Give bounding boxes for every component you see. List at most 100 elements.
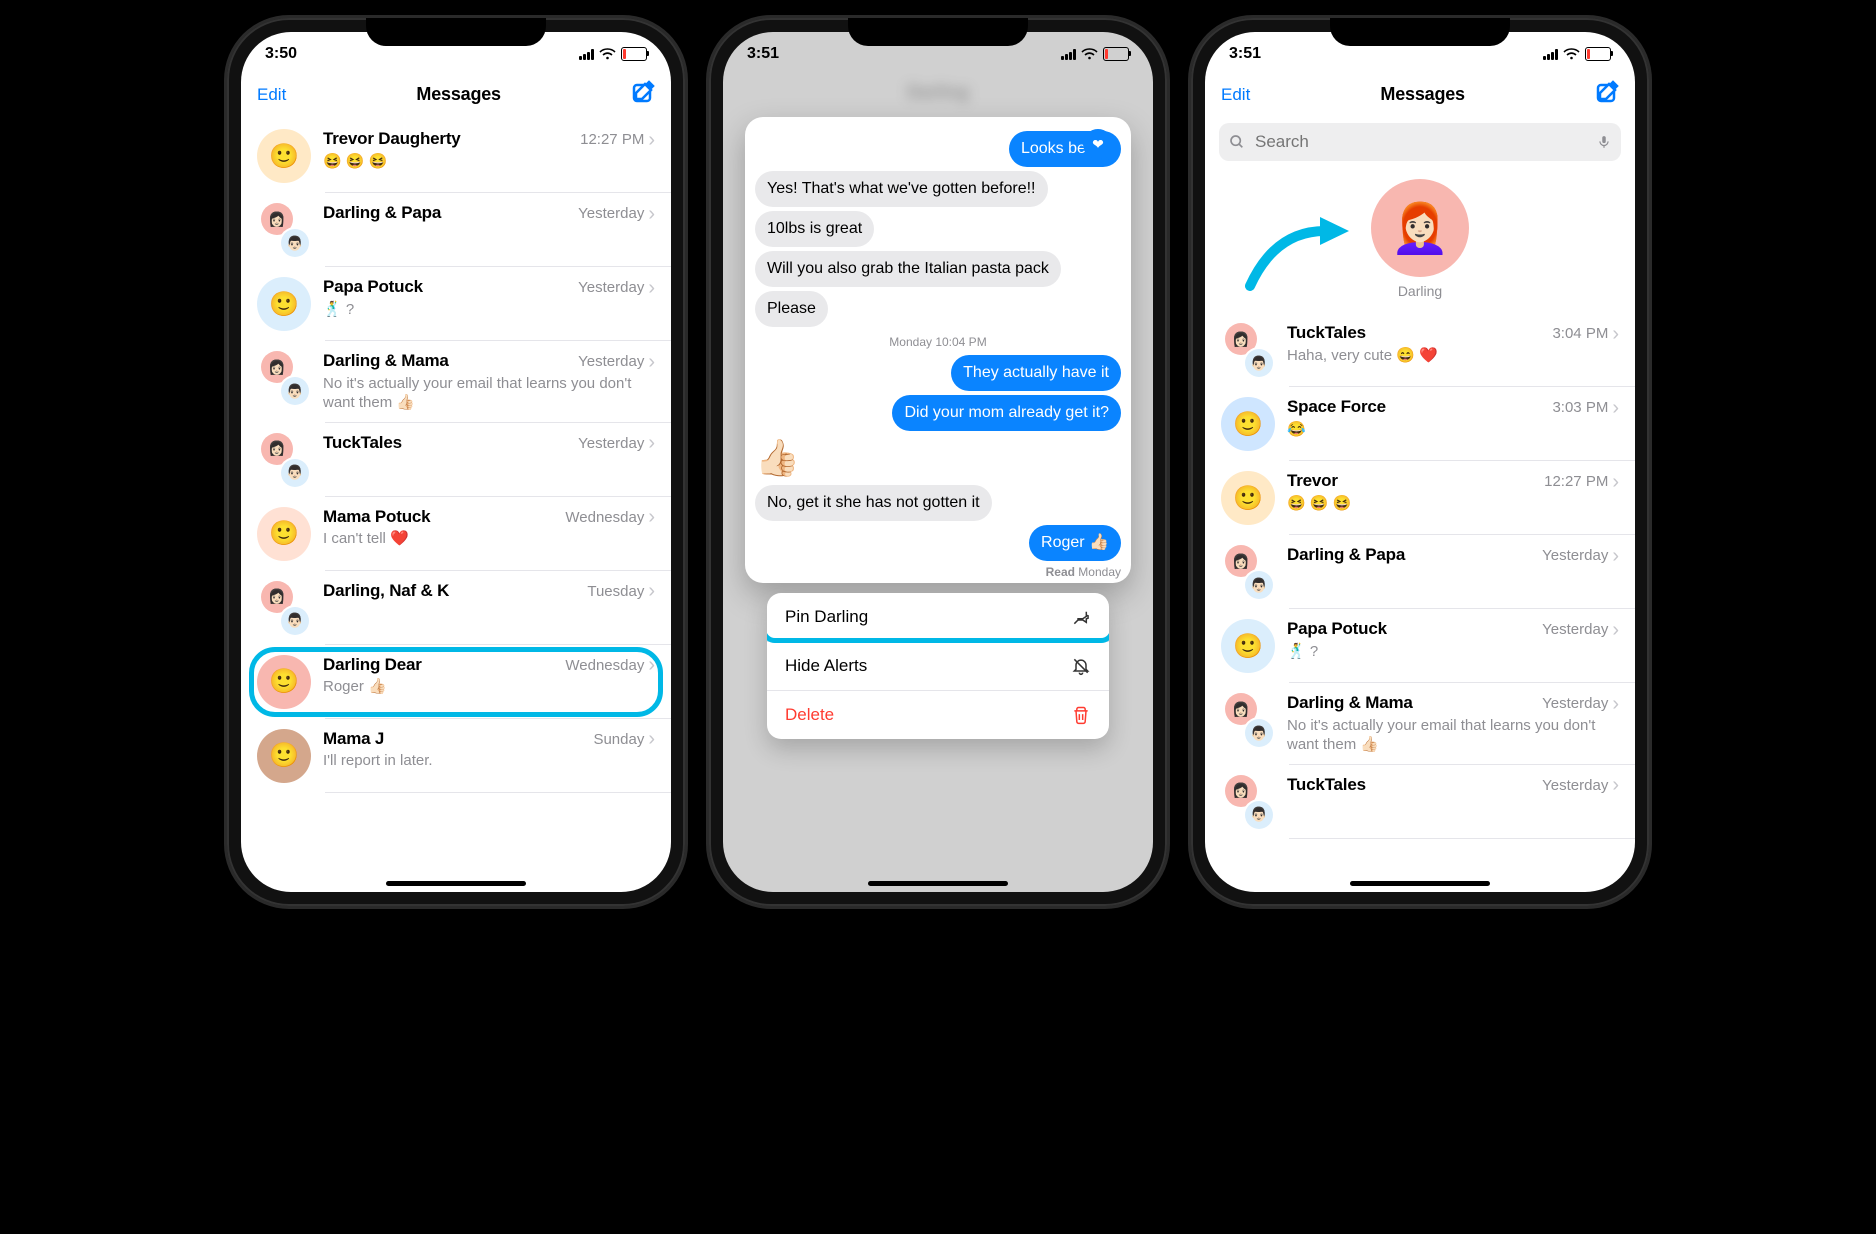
conversation-preview [323, 455, 655, 475]
wifi-icon [599, 48, 616, 60]
menu-item-pin[interactable]: Pin Darling [767, 593, 1109, 641]
chevron-right-icon: › [648, 655, 655, 675]
thumbs-up-reaction: 👍🏻 [755, 437, 1121, 479]
group-avatar: 👩🏻 👨🏻 [1221, 323, 1275, 377]
wifi-icon [1081, 48, 1098, 60]
conversation-row[interactable]: 👩🏻 👨🏻 Darling & Papa Yesterday › [1205, 535, 1635, 609]
compose-button[interactable] [631, 80, 655, 109]
conversation-row[interactable]: 👩🏻 👨🏻 TuckTales Yesterday › [241, 423, 671, 497]
conversation-time: Wednesday › [565, 655, 655, 675]
conversation-time: 12:27 PM › [580, 130, 655, 150]
conversation-time: Yesterday › [578, 204, 655, 224]
cell-signal-icon [1061, 49, 1076, 60]
chevron-right-icon: › [1612, 398, 1619, 418]
conversation-time: 3:04 PM › [1552, 324, 1619, 344]
bell-slash-icon [1071, 656, 1091, 676]
conversation-time: Yesterday › [1542, 546, 1619, 566]
menu-item-hide-alerts[interactable]: Hide Alerts [767, 641, 1109, 690]
conversation-row[interactable]: 🙂 Space Force 3:03 PM › 😂 [1205, 387, 1635, 461]
chevron-right-icon: › [648, 729, 655, 749]
conversation-row[interactable]: 👩🏻 👨🏻 TuckTales 3:04 PM › Haha, very cut… [1205, 313, 1635, 387]
home-indicator[interactable] [868, 881, 1008, 886]
conversation-name: Darling & Papa [1287, 545, 1405, 565]
wifi-icon [1563, 48, 1580, 60]
pin-icon [1071, 607, 1091, 627]
conversation-row[interactable]: 👩🏻 👨🏻 Darling, Naf & K Tuesday › [241, 571, 671, 645]
status-time: 3:51 [1229, 45, 1261, 63]
avatar: 🙂 [257, 729, 311, 783]
chevron-right-icon: › [1612, 472, 1619, 492]
message-outgoing: Did your mom already get it? [892, 395, 1121, 431]
menu-item-label: Hide Alerts [785, 656, 867, 676]
blurred-nav: Darling [723, 76, 1153, 109]
group-avatar: 👩🏻 👨🏻 [257, 581, 311, 635]
conversation-name: Space Force [1287, 397, 1386, 417]
conversation-list[interactable]: 🙂 Trevor Daugherty 12:27 PM › 😆 😆 😆 👩🏻 👨… [241, 119, 671, 793]
search-field[interactable] [1219, 123, 1621, 161]
read-receipt: Read Monday [755, 565, 1121, 579]
group-avatar: 👩🏻 👨🏻 [1221, 775, 1275, 829]
pinned-avatar[interactable]: 👩🏻‍🦰 [1371, 179, 1469, 277]
menu-item-label: Pin Darling [785, 607, 868, 627]
conversation-preview: Haha, very cute 😄 ❤️ [1287, 346, 1619, 366]
conversation-name: TuckTales [1287, 775, 1366, 795]
compose-button[interactable] [1595, 80, 1619, 109]
notch [848, 18, 1028, 46]
chevron-right-icon: › [648, 204, 655, 224]
phone-frame-1: 3:50 Edit Messages 🙂 Trevor Daugherty 12… [227, 18, 685, 906]
conversation-preview [323, 226, 655, 246]
home-indicator[interactable] [386, 881, 526, 886]
mic-icon[interactable] [1597, 133, 1611, 151]
conversation-row[interactable]: 👩🏻 👨🏻 Darling & Mama Yesterday › No it's… [241, 341, 671, 423]
chevron-right-icon: › [1612, 694, 1619, 714]
notch [1330, 18, 1510, 46]
message-incoming: Will you also grab the Italian pasta pac… [755, 251, 1061, 287]
conversation-row[interactable]: 🙂 Papa Potuck Yesterday › 🕺 ? [241, 267, 671, 341]
conversation-name: TuckTales [1287, 323, 1366, 343]
conversation-row[interactable]: 🙂 Papa Potuck Yesterday › 🕺 ? [1205, 609, 1635, 683]
search-input[interactable] [1253, 131, 1589, 153]
conversation-time: Yesterday › [1542, 620, 1619, 640]
conversation-list[interactable]: 👩🏻 👨🏻 TuckTales 3:04 PM › Haha, very cut… [1205, 313, 1635, 839]
search-icon [1229, 134, 1245, 150]
conversation-preview-card[interactable]: Looks better ❤ Yes! That's what we've go… [745, 117, 1131, 583]
page-title: Messages [416, 84, 500, 105]
conversation-row[interactable]: 🙂 Darling Dear Wednesday › Roger 👍🏻 [241, 645, 671, 719]
conversation-time: Yesterday › [1542, 775, 1619, 795]
conversation-time: Sunday › [593, 729, 655, 749]
conversation-time: Yesterday › [578, 352, 655, 372]
home-indicator[interactable] [1350, 881, 1490, 886]
conversation-time: 12:27 PM › [1544, 472, 1619, 492]
page-title: Messages [1380, 84, 1464, 105]
battery-low-icon [621, 47, 647, 61]
conversation-row[interactable]: 👩🏻 👨🏻 Darling & Mama Yesterday › No it's… [1205, 683, 1635, 765]
conversation-time: Tuesday › [587, 581, 655, 601]
chevron-right-icon: › [1612, 620, 1619, 640]
edit-button[interactable]: Edit [257, 85, 286, 105]
edit-button[interactable]: Edit [1221, 85, 1250, 105]
conversation-preview: No it's actually your email that learns … [1287, 716, 1619, 755]
message-outgoing: They actually have it [951, 355, 1121, 391]
message-incoming: Yes! That's what we've gotten before!! [755, 171, 1048, 207]
nav-bar: Edit Messages [241, 76, 671, 119]
conversation-name: Darling & Papa [323, 203, 441, 223]
conversation-preview: 🕺 ? [323, 300, 655, 320]
conversation-name: Mama J [323, 729, 384, 749]
conversation-row[interactable]: 🙂 Trevor 12:27 PM › 😆 😆 😆 [1205, 461, 1635, 535]
conversation-time: Yesterday › [578, 433, 655, 453]
conversation-row[interactable]: 👩🏻 👨🏻 Darling & Papa Yesterday › [241, 193, 671, 267]
menu-item-delete[interactable]: Delete [767, 690, 1109, 739]
conversation-row[interactable]: 🙂 Mama J Sunday › I'll report in later. [241, 719, 671, 793]
avatar: 🙂 [1221, 471, 1275, 525]
pinned-conversations: 👩🏻‍🦰 Darling [1205, 171, 1635, 313]
conversation-row[interactable]: 🙂 Trevor Daugherty 12:27 PM › 😆 😆 😆 [241, 119, 671, 193]
conversation-row[interactable]: 🙂 Mama Potuck Wednesday › I can't tell ❤… [241, 497, 671, 571]
battery-low-icon [1585, 47, 1611, 61]
group-avatar: 👩🏻 👨🏻 [257, 351, 311, 405]
conversation-row[interactable]: 👩🏻 👨🏻 TuckTales Yesterday › [1205, 765, 1635, 839]
chevron-right-icon: › [648, 130, 655, 150]
conversation-preview: 😂 [1287, 420, 1619, 440]
conversation-preview: No it's actually your email that learns … [323, 374, 655, 413]
notch [366, 18, 546, 46]
conversation-preview [1287, 797, 1619, 817]
